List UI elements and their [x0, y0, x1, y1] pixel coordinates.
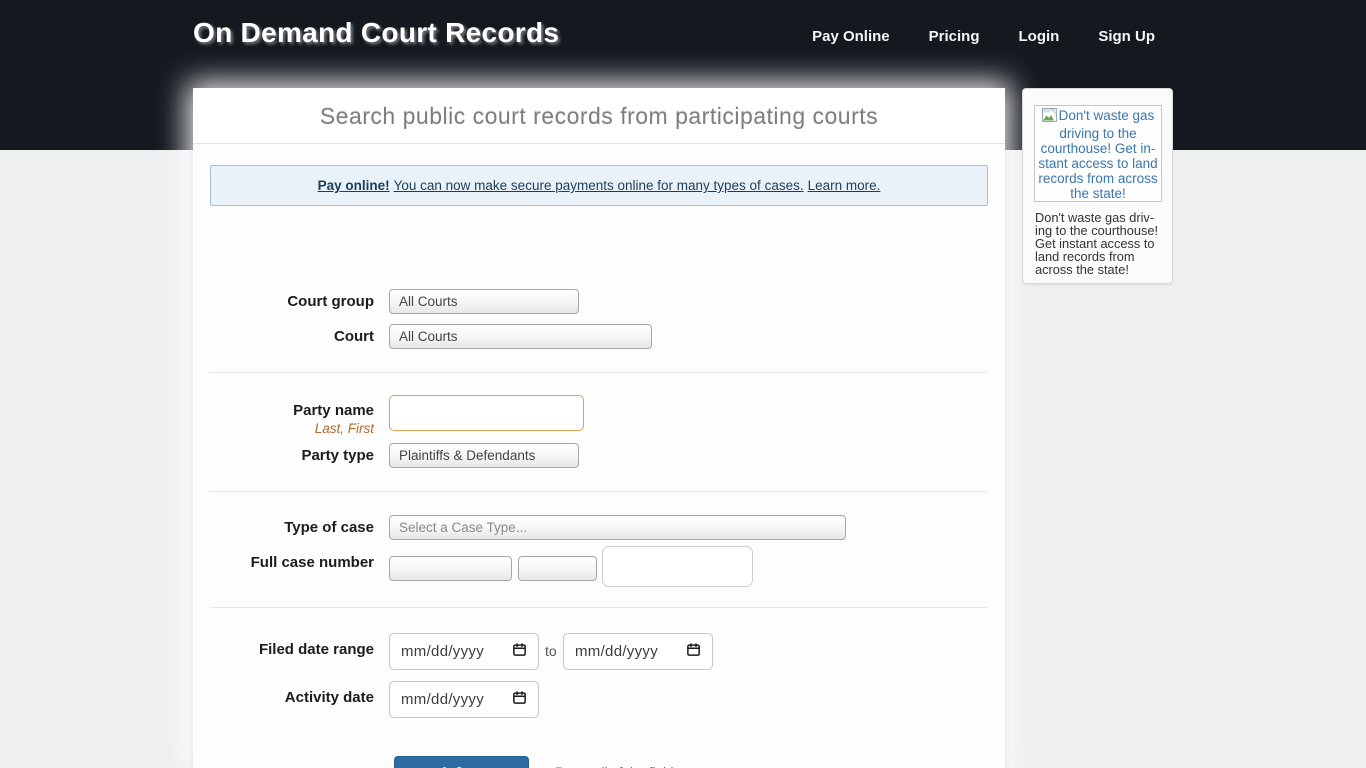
section-divider: [210, 491, 988, 492]
ad-alt-line: records from across: [1037, 171, 1159, 186]
case-number-part1-select[interactable]: [389, 556, 512, 581]
search-for-cases-button[interactable]: Search for cases: [394, 756, 529, 768]
calendar-icon[interactable]: [686, 642, 701, 662]
filed-date-from-input[interactable]: mm/dd/yyyy: [389, 633, 539, 670]
banner-learn-more: Learn more.: [808, 178, 881, 193]
court-select[interactable]: All Courts: [389, 324, 652, 349]
activity-date-label: Activity date: [193, 686, 374, 710]
full-case-number-label: Full case number: [193, 551, 374, 575]
activity-date-input[interactable]: mm/dd/yyyy: [389, 681, 539, 718]
ad-alt-line: the state!: [1037, 186, 1159, 201]
search-card: Search public court records from partici…: [193, 88, 1005, 768]
court-group-value: All Courts: [399, 294, 458, 309]
pay-online-banner-link[interactable]: Pay online! You can now make secure paym…: [210, 165, 988, 206]
party-type-label: Party type: [193, 444, 374, 468]
filed-date-from-placeholder: mm/dd/yyyy: [401, 643, 484, 660]
activity-date-placeholder: mm/dd/yyyy: [401, 691, 484, 708]
party-name-input[interactable]: [389, 395, 584, 431]
ad-caption-line: across the state!: [1035, 263, 1165, 276]
nav-sign-up[interactable]: Sign Up: [1098, 28, 1155, 45]
filed-date-to-placeholder: mm/dd/yyyy: [575, 643, 658, 660]
nav-login[interactable]: Login: [1019, 28, 1060, 45]
ad-alt-line: Don't waste gas: [1059, 108, 1155, 123]
page-title: Search public court records from partici…: [193, 88, 1005, 144]
party-name-hint: Last, First: [193, 421, 374, 436]
nav-pay-online[interactable]: Pay Online: [812, 28, 890, 45]
date-range-separator: to: [545, 633, 557, 670]
nav-pricing[interactable]: Pricing: [929, 28, 980, 45]
banner-bold-text: Pay online!: [318, 178, 390, 193]
section-divider: [210, 607, 988, 608]
ad-alt-line: courthouse! Get in-: [1037, 141, 1159, 156]
section-divider: [210, 372, 988, 373]
page: On Demand Court Records Pay Online Prici…: [0, 0, 1366, 768]
party-type-value: Plaintiffs & Defendants: [399, 448, 535, 463]
ad-caption: Don't waste gas driv- ing to the courtho…: [1035, 211, 1165, 276]
case-type-label: Type of case: [193, 516, 374, 540]
court-group-select[interactable]: All Courts: [389, 289, 579, 314]
court-label: Court: [193, 325, 374, 349]
case-type-select[interactable]: Select a Case Type...: [389, 515, 846, 540]
case-number-part2-select[interactable]: [518, 556, 597, 581]
banner-text: You can now make secure payments online …: [394, 178, 804, 193]
search-form: Pay online! You can now make secure paym…: [193, 144, 1005, 767]
ad-image-placeholder[interactable]: Don't waste gas driving to the courthous…: [1034, 105, 1162, 202]
ad-alt-line: driving to the: [1037, 126, 1159, 141]
sidebar-ad[interactable]: Don't waste gas driving to the courthous…: [1022, 88, 1173, 284]
case-number-input[interactable]: [602, 546, 753, 587]
broken-image-icon: [1042, 108, 1058, 126]
calendar-icon[interactable]: [512, 690, 527, 710]
case-type-value: Select a Case Type...: [399, 520, 527, 535]
court-value: All Courts: [399, 329, 458, 344]
main-nav: Pay Online Pricing Login Sign Up: [812, 28, 1155, 45]
brand-logo[interactable]: On Demand Court Records: [193, 17, 559, 49]
ad-alt-line: stant access to land: [1037, 156, 1159, 171]
court-group-label: Court group: [193, 290, 374, 314]
party-type-select[interactable]: Plaintiffs & Defendants: [389, 443, 579, 468]
party-name-label: Party name: [193, 399, 374, 423]
calendar-icon[interactable]: [512, 642, 527, 662]
filed-date-range-label: Filed date range: [193, 638, 374, 662]
filed-date-to-input[interactable]: mm/dd/yyyy: [563, 633, 713, 670]
